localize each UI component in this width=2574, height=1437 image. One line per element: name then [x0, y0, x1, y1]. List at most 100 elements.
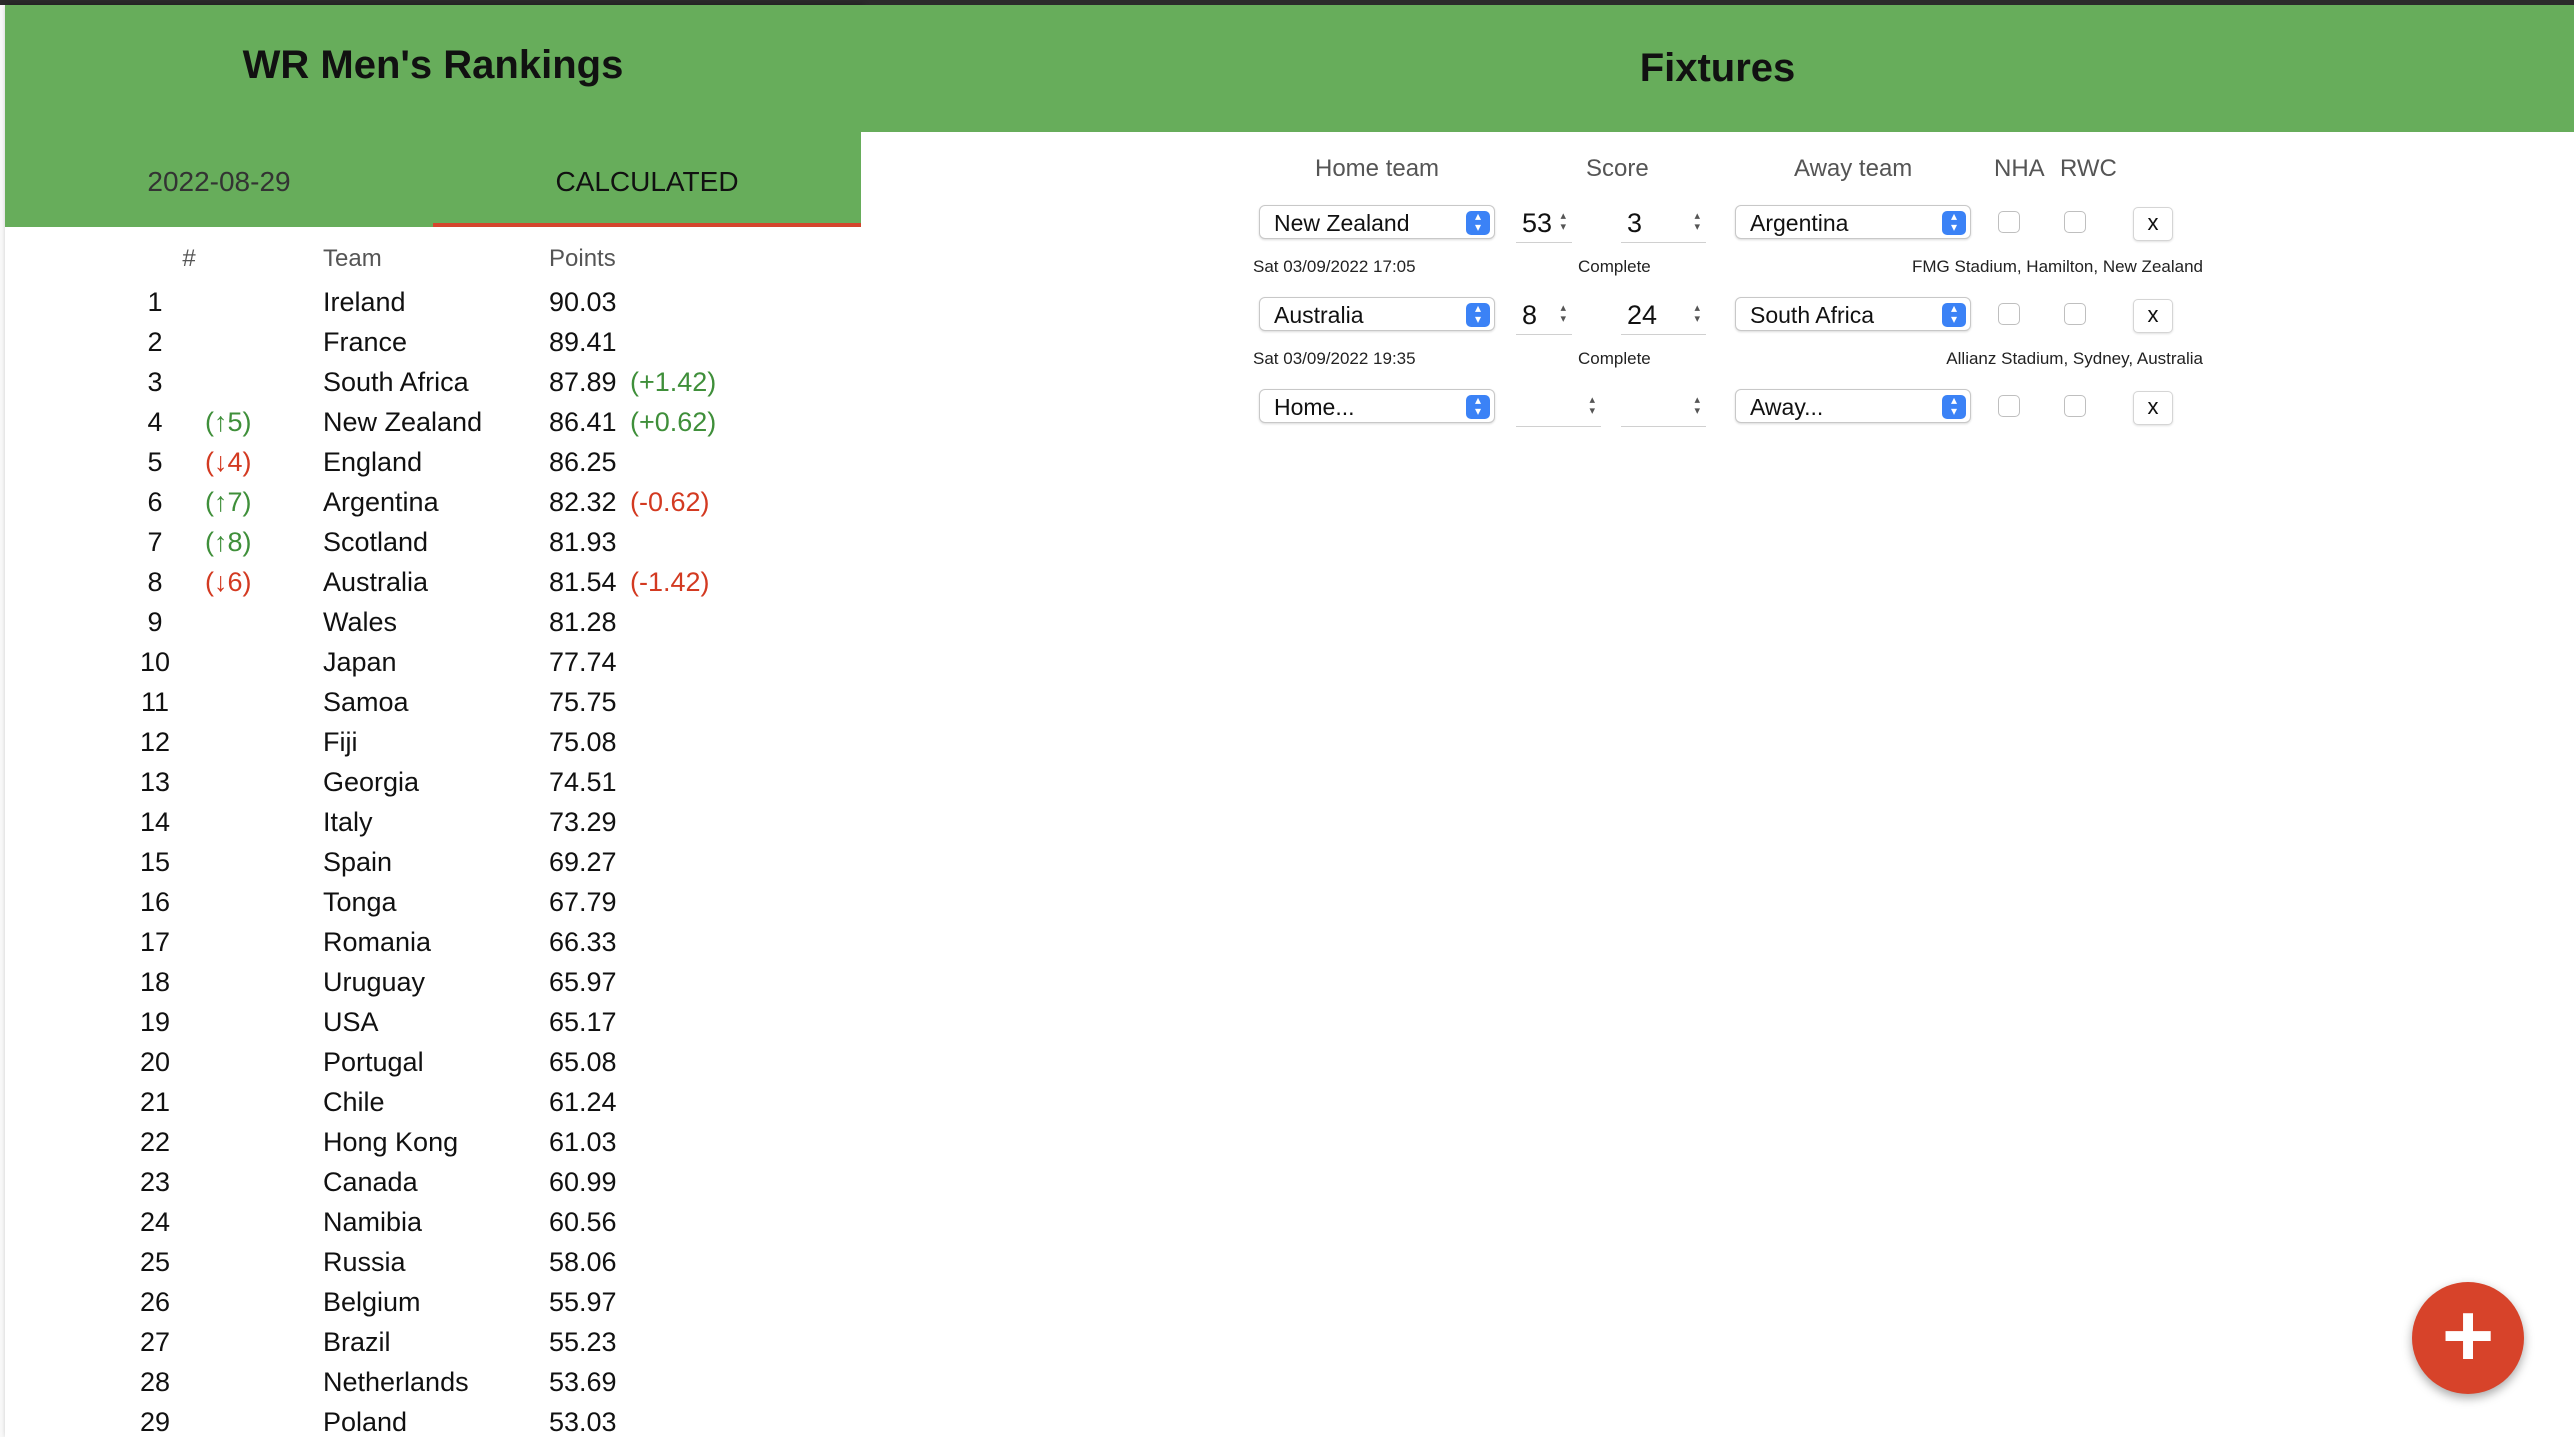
table-row: 8 (↓6) Australia 81.54 (-1.42): [5, 563, 861, 603]
table-row: 22 Hong Kong 61.03: [5, 1123, 861, 1163]
stepper-icon[interactable]: ▴ ▾: [1694, 395, 1700, 417]
team-points: 74.51: [549, 767, 617, 797]
table-row: 17 Romania 66.33: [5, 923, 861, 963]
remove-fixture-button[interactable]: x: [2133, 391, 2173, 425]
team-name: Poland: [323, 1407, 408, 1437]
team-name: Chile: [323, 1087, 385, 1117]
points-delta: (-1.42): [630, 567, 710, 597]
col-nha-header: NHA: [1994, 155, 2045, 182]
away-team-placeholder: Away...: [1750, 394, 1824, 420]
stepper-icon[interactable]: ▴ ▾: [1694, 211, 1700, 233]
stepper-icon[interactable]: ▴ ▾: [1694, 303, 1700, 325]
away-score-input[interactable]: 3 ▴ ▾: [1621, 203, 1706, 243]
home-team-select[interactable]: Australia ▴ ▾: [1259, 297, 1495, 331]
table-row: 18 Uruguay 65.97: [5, 963, 861, 1003]
stepper-icon[interactable]: ▴ ▾: [1560, 303, 1566, 325]
rank-movement: (↑8): [205, 527, 252, 557]
stepper-icon[interactable]: ▴ ▾: [1560, 211, 1566, 233]
away-team-select[interactable]: South Africa ▴ ▾: [1735, 297, 1971, 331]
table-row: 11 Samoa 75.75: [5, 683, 861, 723]
table-row: 29 Poland 53.03: [5, 1403, 861, 1437]
team-name: Japan: [323, 647, 397, 677]
rank-position: 27: [139, 1327, 171, 1357]
select-chevron-icon: ▴ ▾: [1466, 302, 1490, 327]
away-score-input[interactable]: 24 ▴ ▾: [1621, 295, 1706, 335]
home-score-input[interactable]: 53 ▴ ▾: [1516, 203, 1572, 243]
table-row: 24 Namibia 60.56: [5, 1203, 861, 1243]
team-points: 77.74: [549, 647, 617, 677]
select-chevron-icon: ▴ ▾: [1466, 394, 1490, 419]
team-points: 87.89: [549, 367, 617, 397]
nha-checkbox[interactable]: [1998, 211, 2020, 233]
tab-calculated[interactable]: CALCULATED: [433, 137, 861, 227]
team-name: Australia: [323, 567, 429, 597]
team-points: 75.08: [549, 727, 617, 757]
rankings-table-header: # Team Points: [5, 227, 861, 283]
table-row: 16 Tonga 67.79: [5, 883, 861, 923]
rankings-header: WR Men's Rankings 2022-08-29 CALCULATED: [5, 5, 861, 227]
rankings-table: # Team Points 1 Ireland 90.03 2 France 89.41 3…: [5, 227, 861, 1437]
rwc-checkbox[interactable]: [2064, 395, 2086, 417]
team-name: Belgium: [323, 1287, 421, 1317]
table-row: 7 (↑8) Scotland 81.93: [5, 523, 861, 563]
rank-position: 6: [147, 487, 163, 517]
team-name: Italy: [323, 807, 373, 837]
team-points: 67.79: [549, 887, 617, 917]
col-team-header: Team: [323, 245, 382, 272]
col-home-team-header: Home team: [1315, 155, 1440, 182]
home-score-input[interactable]: ▴ ▾: [1516, 387, 1601, 427]
rank-position: 28: [139, 1367, 171, 1397]
team-name: Romania: [323, 927, 432, 957]
add-fixture-button[interactable]: +: [2412, 1282, 2524, 1394]
table-row: 23 Canada 60.99: [5, 1163, 861, 1203]
team-name: Ireland: [323, 287, 406, 317]
rankings-rows: 1 Ireland 90.03 2 France 89.41 3 South Africa 87…: [5, 283, 861, 1437]
stepper-icon[interactable]: ▴ ▾: [1589, 395, 1595, 417]
team-points: 66.33: [549, 927, 617, 957]
team-name: Tonga: [323, 887, 397, 917]
rwc-checkbox[interactable]: [2064, 303, 2086, 325]
table-row: 19 USA 65.17: [5, 1003, 861, 1043]
home-team-select[interactable]: New Zealand ▴ ▾: [1259, 205, 1495, 239]
table-row: 4 (↑5) New Zealand 86.41 (+0.62): [5, 403, 861, 443]
rank-position: 16: [139, 887, 171, 917]
home-team-value: Australia: [1274, 302, 1364, 328]
team-points: 55.23: [549, 1327, 617, 1357]
rwc-checkbox[interactable]: [2064, 211, 2086, 233]
table-row: 27 Brazil 55.23: [5, 1323, 861, 1363]
home-score-input[interactable]: 8 ▴ ▾: [1516, 295, 1572, 335]
team-points: 90.03: [549, 287, 617, 317]
home-score-value: 8: [1522, 300, 1538, 330]
rank-position: 14: [139, 807, 171, 837]
home-team-placeholder: Home...: [1274, 394, 1355, 420]
fixture-status: Complete: [1578, 349, 1651, 368]
team-name: Portugal: [323, 1047, 424, 1077]
table-row: 3 South Africa 87.89 (+1.42): [5, 363, 861, 403]
rank-movement: (↓4): [205, 447, 252, 477]
team-points: 60.56: [549, 1207, 617, 1237]
home-team-select[interactable]: Home... ▴ ▾: [1259, 389, 1495, 423]
team-points: 89.41: [549, 327, 617, 357]
points-delta: (+0.62): [630, 407, 717, 437]
points-delta: (-0.62): [630, 487, 710, 517]
away-team-select[interactable]: Away... ▴ ▾: [1735, 389, 1971, 423]
rank-movement: (↑7): [205, 487, 252, 517]
tab-date[interactable]: 2022-08-29: [5, 137, 433, 227]
away-score-value: 3: [1627, 208, 1643, 238]
rank-movement: (↓6): [205, 567, 252, 597]
rank-position: 24: [139, 1207, 171, 1237]
table-row: 25 Russia 58.06: [5, 1243, 861, 1283]
rank-position: 21: [139, 1087, 171, 1117]
rank-position: 25: [139, 1247, 171, 1277]
team-points: 58.06: [549, 1247, 617, 1277]
remove-fixture-button[interactable]: x: [2133, 299, 2173, 333]
nha-checkbox[interactable]: [1998, 395, 2020, 417]
away-score-input[interactable]: ▴ ▾: [1621, 387, 1706, 427]
remove-fixture-button[interactable]: x: [2133, 207, 2173, 241]
nha-checkbox[interactable]: [1998, 303, 2020, 325]
rank-position: 29: [139, 1407, 171, 1437]
team-points: 81.54: [549, 567, 617, 597]
away-team-select[interactable]: Argentina ▴ ▾: [1735, 205, 1971, 239]
team-name: Uruguay: [323, 967, 426, 997]
rank-position: 15: [139, 847, 171, 877]
